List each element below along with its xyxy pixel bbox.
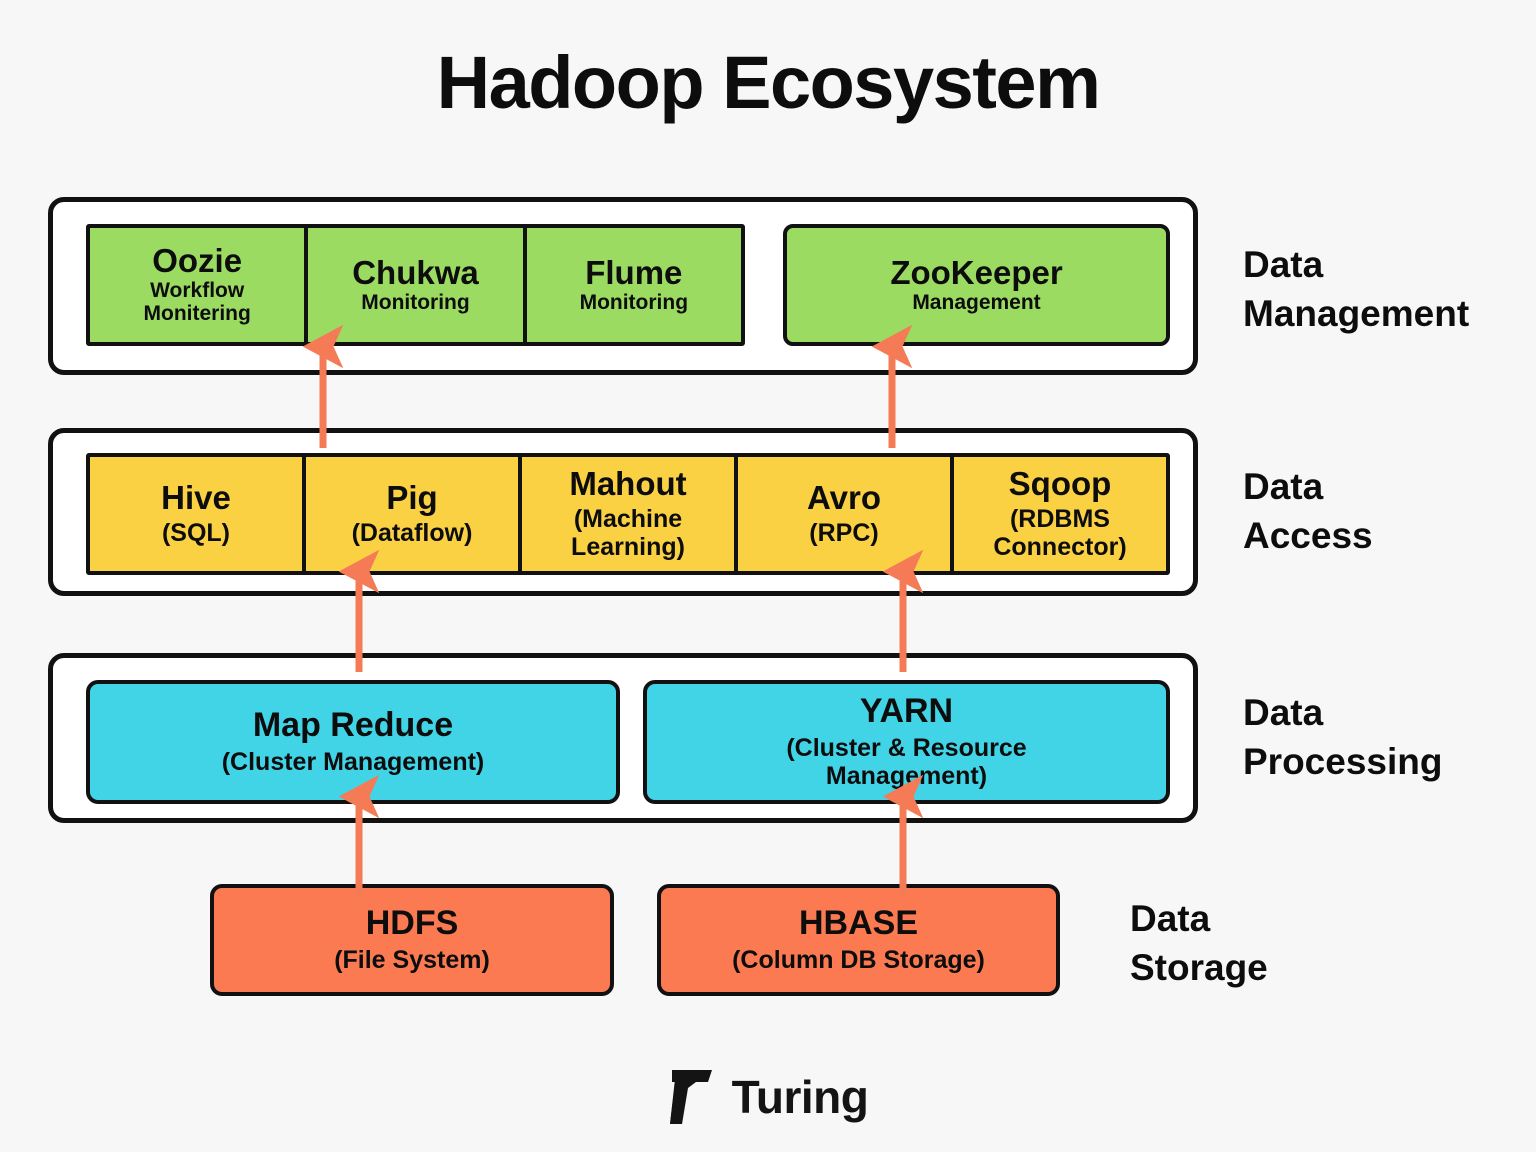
layer-label-data-management: Data Management bbox=[1243, 244, 1470, 335]
node-flume[interactable]: Flume Monitoring bbox=[526, 228, 741, 342]
turing-seven-mark-icon bbox=[669, 1070, 712, 1124]
node-oozie-subtitle: Workflow Monitering bbox=[143, 278, 251, 326]
turing-wordmark: Turing bbox=[731, 1071, 869, 1123]
node-sqoop-subtitle: (RDBMS Connector) bbox=[993, 504, 1127, 561]
layer-label-data-access: Data Access bbox=[1243, 466, 1373, 557]
node-avro-title: Avro bbox=[807, 479, 881, 517]
layer-container-data-processing: Map Reduce (Cluster Management) YARN (Cl… bbox=[48, 653, 1198, 823]
management-group-box: Oozie Workflow Monitering Chukwa Monitor… bbox=[86, 224, 745, 346]
node-sqoop[interactable]: Sqoop (RDBMS Connector) bbox=[954, 457, 1166, 571]
node-pig[interactable]: Pig (Dataflow) bbox=[306, 457, 522, 571]
page-title: Hadoop Ecosystem bbox=[436, 41, 1101, 124]
node-flume-title: Flume bbox=[585, 253, 683, 291]
node-hive[interactable]: Hive (SQL) bbox=[90, 457, 306, 571]
node-hbase-subtitle: (Column DB Storage) bbox=[732, 946, 985, 975]
node-oozie-title: Oozie bbox=[152, 242, 243, 280]
node-chukwa[interactable]: Chukwa Monitoring bbox=[308, 228, 527, 342]
node-hdfs-subtitle: (File System) bbox=[334, 946, 490, 975]
layer-container-data-management: Oozie Workflow Monitering Chukwa Monitor… bbox=[48, 197, 1198, 375]
node-hdfs-title: HDFS bbox=[365, 903, 459, 942]
node-map-reduce-title: Map Reduce bbox=[252, 706, 454, 745]
layer-label-data-processing: Data Processing bbox=[1243, 692, 1443, 783]
node-hive-subtitle: (SQL) bbox=[161, 518, 231, 547]
access-group-box: Hive (SQL) Pig (Dataflow) Mahout (Machin… bbox=[86, 453, 1170, 575]
node-mahout-subtitle: (Machine Learning) bbox=[571, 504, 685, 561]
node-avro-subtitle: (RPC) bbox=[809, 518, 879, 547]
node-yarn-title: YARN bbox=[859, 692, 954, 731]
node-oozie[interactable]: Oozie Workflow Monitering bbox=[90, 228, 309, 342]
layer-label-data-storage: Data Storage bbox=[1130, 898, 1268, 989]
node-hbase-title: HBASE bbox=[798, 903, 919, 942]
node-pig-title: Pig bbox=[386, 479, 438, 517]
node-pig-subtitle: (Dataflow) bbox=[351, 518, 473, 547]
diagram-canvas: Hadoop Ecosystem Oozie Workflow Moniteri… bbox=[0, 0, 1536, 1152]
node-hdfs[interactable]: HDFS (File System) bbox=[210, 884, 614, 996]
node-map-reduce-subtitle: (Cluster Management) bbox=[221, 747, 485, 776]
node-flume-subtitle: Monitoring bbox=[579, 290, 689, 314]
node-chukwa-title: Chukwa bbox=[352, 253, 479, 291]
footer-logo: Turing bbox=[0, 1068, 1536, 1126]
layer-container-data-access: Hive (SQL) Pig (Dataflow) Mahout (Machin… bbox=[48, 428, 1198, 596]
node-zookeeper-subtitle: Management bbox=[912, 290, 1041, 314]
node-map-reduce[interactable]: Map Reduce (Cluster Management) bbox=[86, 680, 620, 804]
node-yarn-subtitle: (Cluster & Resource Management) bbox=[786, 733, 1027, 790]
node-yarn[interactable]: YARN (Cluster & Resource Management) bbox=[643, 680, 1170, 804]
node-zookeeper-title: ZooKeeper bbox=[890, 253, 1063, 291]
node-chukwa-subtitle: Monitoring bbox=[361, 290, 470, 314]
node-hive-title: Hive bbox=[161, 479, 231, 517]
node-hbase[interactable]: HBASE (Column DB Storage) bbox=[657, 884, 1060, 996]
node-avro[interactable]: Avro (RPC) bbox=[738, 457, 954, 571]
node-mahout[interactable]: Mahout (Machine Learning) bbox=[522, 457, 738, 571]
node-mahout-title: Mahout bbox=[569, 465, 687, 503]
node-sqoop-title: Sqoop bbox=[1008, 465, 1112, 503]
node-zookeeper[interactable]: ZooKeeper Management bbox=[783, 224, 1170, 346]
